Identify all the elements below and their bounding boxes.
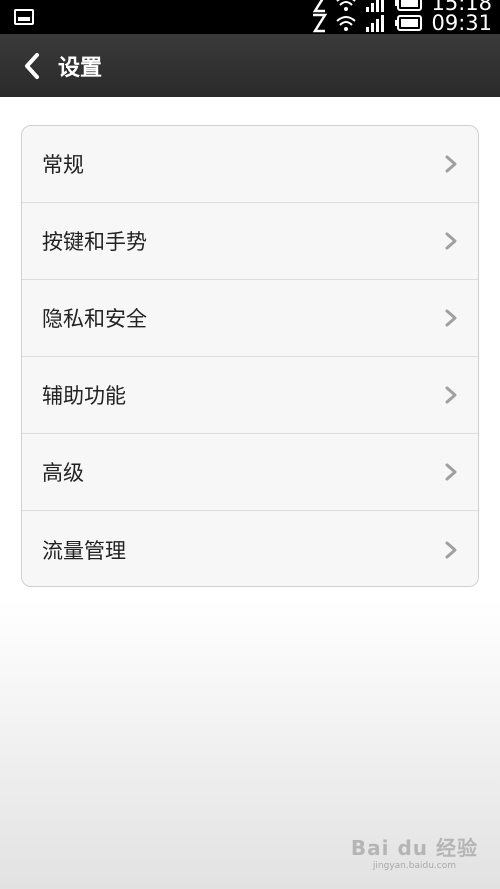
wifi-icon bbox=[336, 16, 357, 31]
status-time-bottom: 09:31 bbox=[431, 11, 492, 34]
watermark-logo: Bai du 经验 bbox=[350, 836, 478, 860]
settings-item-label: 隐私和安全 bbox=[42, 307, 147, 331]
page-title: 设置 bbox=[58, 55, 103, 81]
status-row-bottom: 09:31 bbox=[311, 11, 492, 34]
chevron-right-icon bbox=[444, 308, 458, 328]
settings-item-label: 辅助功能 bbox=[42, 384, 126, 408]
watermark-url: jingyan.baidu.com bbox=[372, 861, 456, 871]
settings-item-advanced[interactable]: 高级 bbox=[22, 434, 478, 511]
settings-item-label: 常规 bbox=[42, 153, 84, 177]
header-bar: 设置 bbox=[0, 34, 500, 97]
no-sim-icon bbox=[313, 13, 328, 33]
chevron-right-icon bbox=[444, 540, 458, 560]
settings-item-label: 按键和手势 bbox=[42, 230, 147, 254]
settings-item-general[interactable]: 常规 bbox=[22, 126, 478, 203]
back-button[interactable] bbox=[10, 34, 54, 97]
settings-item-accessibility[interactable]: 辅助功能 bbox=[22, 357, 478, 434]
signal-icon bbox=[366, 0, 385, 12]
signal-icon bbox=[366, 15, 385, 32]
chevron-right-icon bbox=[444, 385, 458, 405]
settings-item-label: 高级 bbox=[42, 461, 84, 485]
watermark: Bai du 经验 jingyan.baidu.com bbox=[351, 832, 478, 871]
no-sim-icon bbox=[313, 0, 326, 13]
settings-item-data-usage[interactable]: 流量管理 bbox=[22, 511, 478, 586]
settings-item-label: 流量管理 bbox=[42, 538, 126, 563]
chevron-left-icon bbox=[25, 52, 39, 79]
status-icons: 15:18 09:31 bbox=[311, 0, 492, 34]
chevron-right-icon bbox=[444, 231, 458, 251]
status-bar: 15:18 09:31 bbox=[0, 0, 500, 34]
chevron-right-icon bbox=[444, 154, 458, 174]
settings-item-privacy-security[interactable]: 隐私和安全 bbox=[22, 280, 478, 357]
battery-icon bbox=[395, 15, 423, 31]
chevron-right-icon bbox=[444, 462, 458, 482]
image-icon bbox=[14, 9, 34, 25]
battery-icon bbox=[395, 0, 423, 11]
settings-list: 常规 按键和手势 隐私和安全 辅助功能 高级 流量管理 bbox=[21, 125, 479, 587]
wifi-icon bbox=[336, 0, 357, 11]
settings-item-keys-gestures[interactable]: 按键和手势 bbox=[22, 203, 478, 280]
